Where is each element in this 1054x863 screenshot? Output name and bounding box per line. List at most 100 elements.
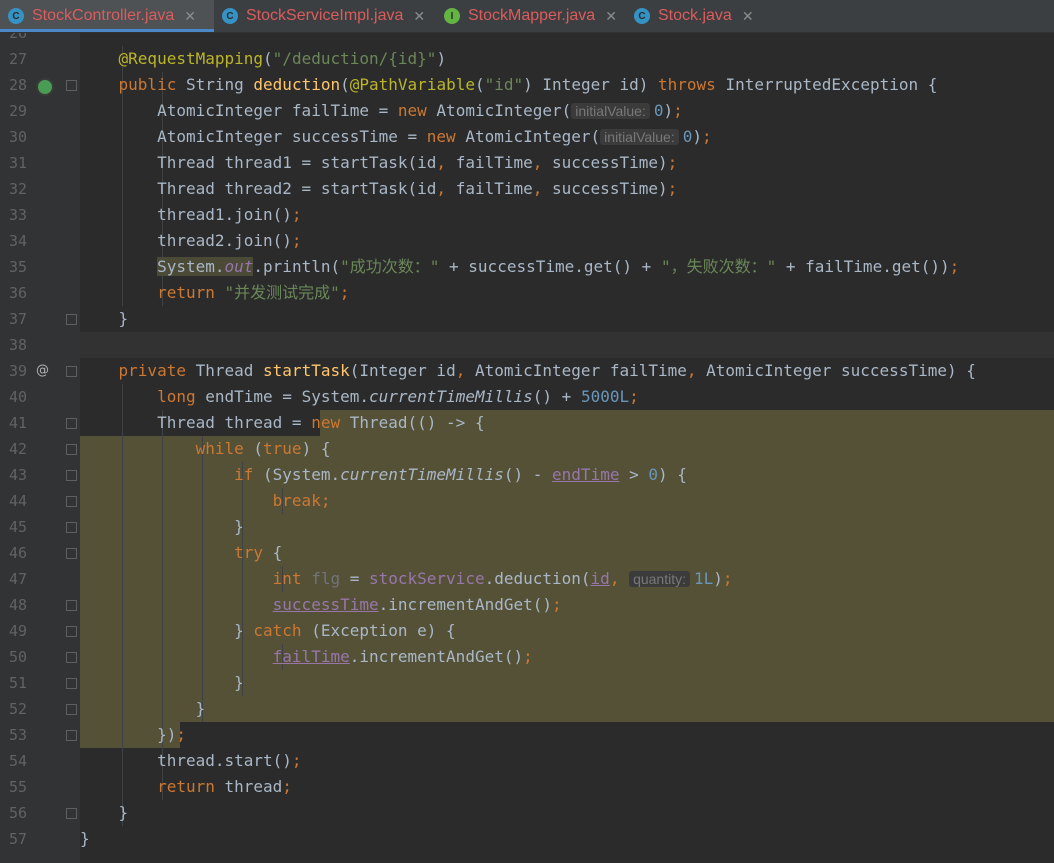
code-line[interactable]: AtomicInteger failTime = new AtomicInteg…: [80, 98, 683, 124]
code-line[interactable]: }: [80, 514, 244, 540]
code-token: stockService: [368, 569, 485, 588]
run-controller-icon[interactable]: [36, 78, 54, 96]
code-line[interactable]: return "并发测试完成";: [80, 280, 349, 306]
code-token: startTask: [263, 361, 350, 380]
fold-marker-icon[interactable]: [66, 652, 77, 663]
code-token: .incrementAndGet(): [378, 595, 553, 614]
fold-marker-icon[interactable]: [66, 522, 77, 533]
code-line[interactable]: long endTime = System.currentTimeMillis(…: [80, 384, 639, 410]
tab-stock[interactable]: C Stock.java ✕: [626, 0, 776, 32]
code-token: id: [590, 569, 610, 588]
override-icon[interactable]: @: [36, 358, 49, 384]
code-line[interactable]: failTime.incrementAndGet();: [80, 644, 533, 670]
code-line[interactable]: successTime.incrementAndGet();: [80, 592, 562, 618]
fold-marker-icon[interactable]: [66, 470, 77, 481]
code-line[interactable]: System.out.println("成功次数：" + successTime…: [80, 254, 959, 280]
fold-marker-icon[interactable]: [66, 600, 77, 611]
close-tab-icon[interactable]: ✕: [184, 8, 196, 25]
code-line[interactable]: }: [80, 306, 129, 332]
close-tab-icon[interactable]: ✕: [742, 8, 754, 25]
code-token: failTime: [272, 647, 350, 666]
code-editor[interactable]: 26 27 @RequestMapping("/deduction/{id}") 2…: [0, 33, 1054, 863]
code-token: thread: [224, 777, 283, 796]
code-line[interactable]: Thread thread2 = startTask(id, failTime,…: [80, 176, 677, 202]
code-token: .deduction(: [484, 569, 591, 588]
code-line[interactable]: break;: [80, 488, 331, 514]
code-line[interactable]: if (System.currentTimeMillis() - endTime…: [80, 462, 687, 488]
code-line[interactable]: thread2.join();: [80, 228, 302, 254]
line-number: 27: [8, 50, 27, 68]
code-line[interactable]: }: [80, 800, 129, 826]
tab-label: StockMapper.java: [468, 7, 596, 24]
tab-stockserviceimpl[interactable]: C StockServiceImpl.java ✕: [214, 0, 436, 32]
code-line[interactable]: public String deduction(@PathVariable("i…: [80, 72, 938, 98]
code-line[interactable]: int flg = stockService.deduction(id, qua…: [80, 566, 733, 592]
code-token: thread1.join(): [80, 205, 292, 224]
fold-marker-icon[interactable]: [66, 626, 77, 637]
tab-label: StockServiceImpl.java: [246, 7, 404, 24]
code-line[interactable]: Thread thread = new Thread(() -> {: [80, 410, 485, 436]
code-line[interactable]: thread.start();: [80, 748, 302, 774]
line-number: 39: [8, 362, 27, 380]
code-token: .incrementAndGet(): [349, 647, 524, 666]
code-token: new: [426, 127, 466, 146]
fold-marker-icon[interactable]: [66, 80, 77, 91]
parameter-hint: initialValue:: [600, 129, 679, 145]
code-token: .println(: [253, 257, 341, 276]
code-line[interactable]: return thread;: [80, 774, 292, 800]
code-token: Thread thread =: [80, 413, 312, 432]
line-number: 46: [8, 544, 27, 562]
code-line[interactable]: AtomicInteger successTime = new AtomicIn…: [80, 124, 712, 150]
code-token: }: [80, 829, 90, 848]
code-token: ): [713, 569, 723, 588]
fold-marker-icon[interactable]: [66, 366, 77, 377]
code-token: ,: [436, 153, 456, 172]
code-token: {: [272, 543, 283, 562]
code-line[interactable]: try {: [80, 540, 282, 566]
code-line[interactable]: } catch (Exception e) {: [80, 618, 456, 644]
parameter-hint: quantity:: [629, 571, 691, 587]
fold-marker-icon[interactable]: [66, 314, 77, 325]
code-token: failTime: [455, 153, 533, 172]
code-line[interactable]: Thread thread1 = startTask(id, failTime,…: [80, 150, 677, 176]
fold-marker-icon[interactable]: [66, 808, 77, 819]
fold-marker-icon[interactable]: [66, 704, 77, 715]
fold-marker-icon[interactable]: [66, 496, 77, 507]
code-token: public: [118, 75, 186, 94]
code-token: AtomicInteger successTime) {: [706, 361, 976, 380]
code-line[interactable]: thread1.join();: [80, 202, 302, 228]
code-line[interactable]: while (true) {: [80, 436, 331, 462]
close-tab-icon[interactable]: ✕: [605, 8, 617, 25]
code-line[interactable]: }: [80, 696, 206, 722]
code-token: new: [311, 413, 350, 432]
fold-marker-icon[interactable]: [66, 730, 77, 741]
code-token: "id": [484, 75, 524, 94]
code-token: InterruptedException {: [725, 75, 938, 94]
code-token: AtomicInteger successTime =: [80, 127, 427, 146]
code-line[interactable]: @RequestMapping("/deduction/{id}"): [80, 46, 447, 72]
code-token: ;: [949, 257, 960, 276]
line-number: 41: [8, 414, 27, 432]
code-line[interactable]: });: [80, 722, 186, 748]
code-line[interactable]: }: [80, 670, 244, 696]
code-line[interactable]: private Thread startTask(Integer id, Ato…: [80, 358, 976, 384]
code-token: ;: [291, 751, 302, 770]
tab-stockcontroller[interactable]: C StockController.java ✕: [0, 0, 214, 32]
fold-marker-icon[interactable]: [66, 678, 77, 689]
fold-marker-icon[interactable]: [66, 418, 77, 429]
fold-marker-icon[interactable]: [66, 548, 77, 559]
code-line[interactable]: }: [80, 826, 90, 852]
line-number: 38: [8, 336, 27, 354]
close-tab-icon[interactable]: ✕: [413, 8, 425, 25]
tab-stockmapper[interactable]: I StockMapper.java ✕: [436, 0, 626, 32]
fold-marker-icon[interactable]: [66, 444, 77, 455]
line-number: 37: [8, 310, 27, 328]
